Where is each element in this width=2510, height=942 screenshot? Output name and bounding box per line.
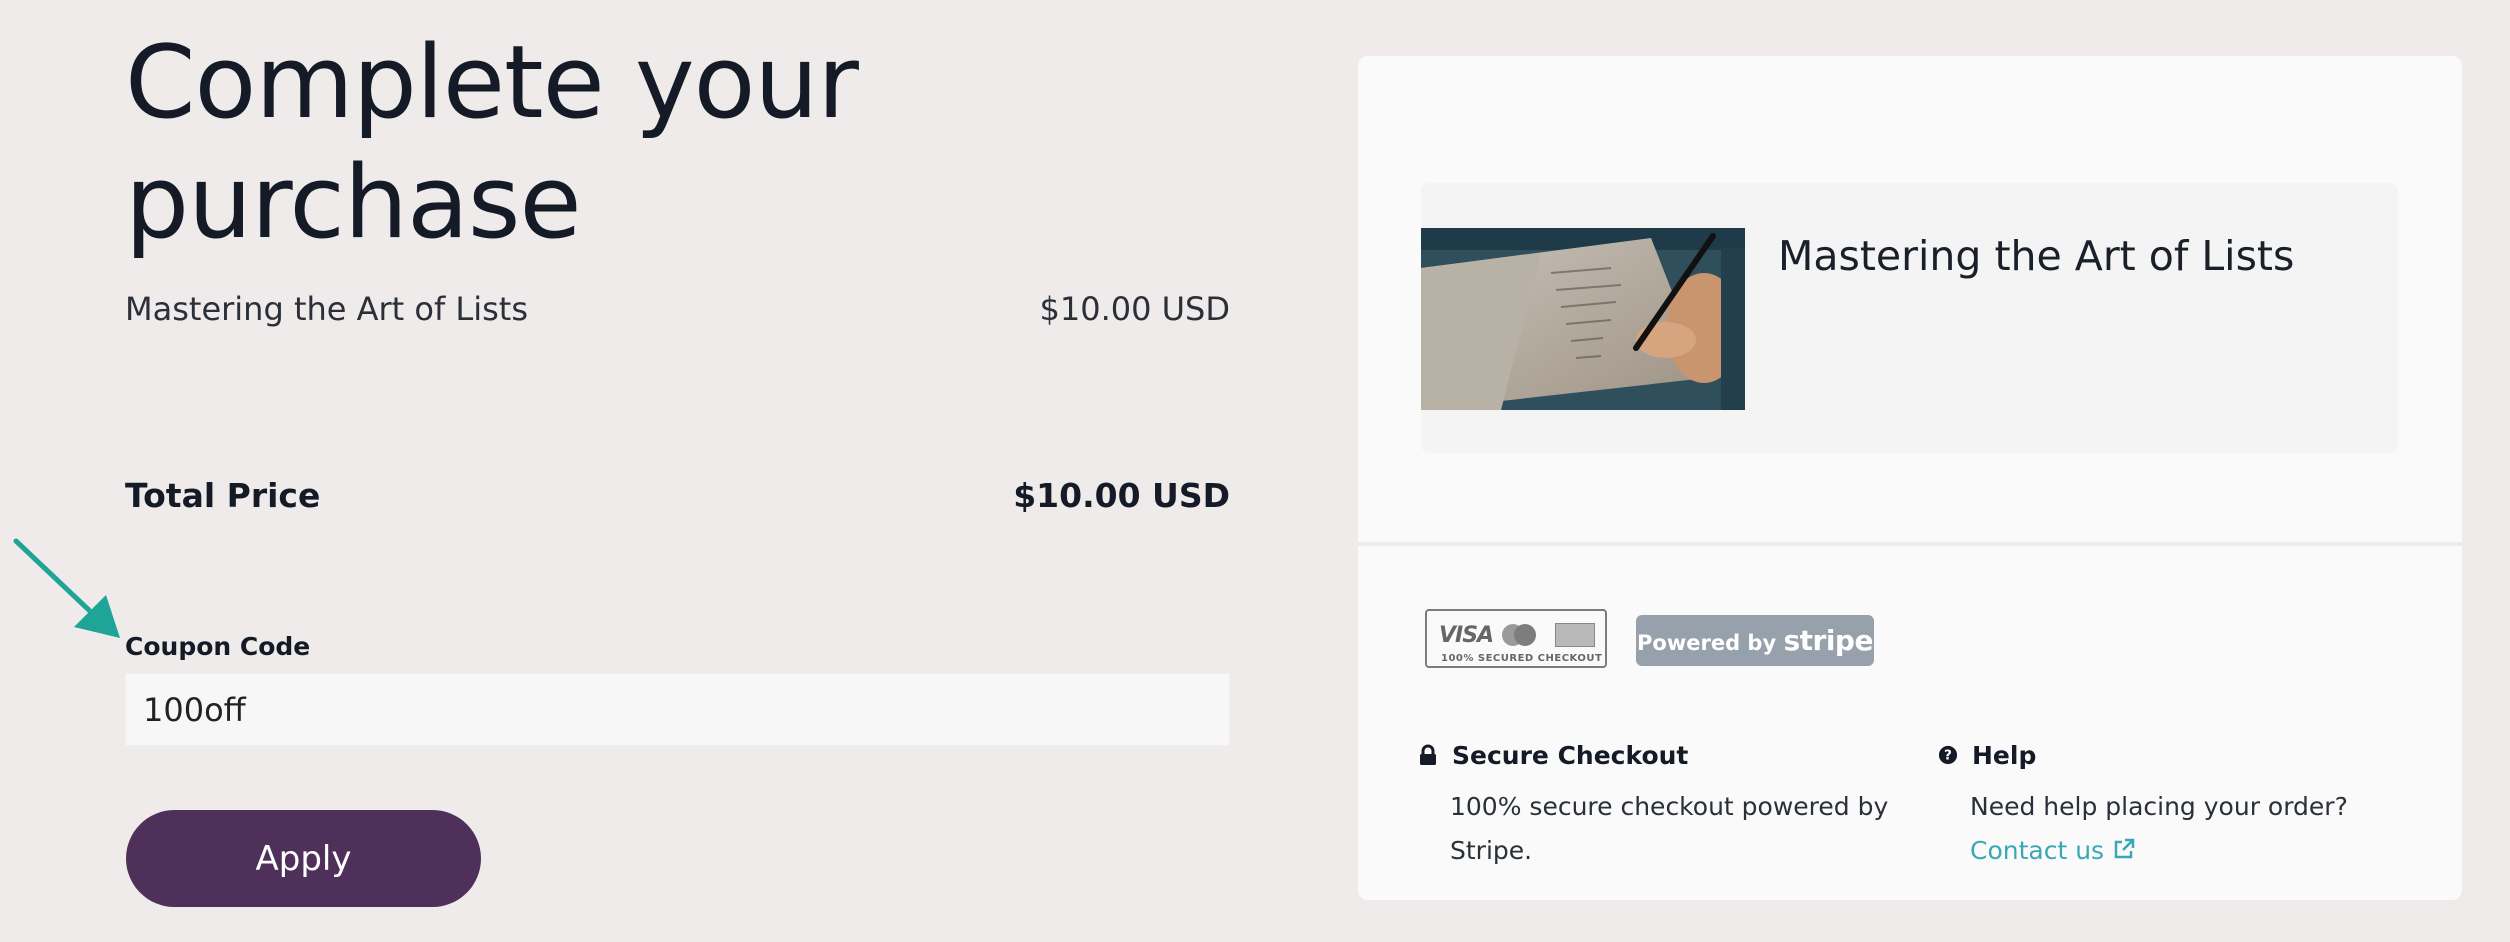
checkout-form: Complete your purchase Mastering the Art… (125, 0, 1230, 942)
order-line-item: Mastering the Art of Lists $10.00 USD (125, 290, 1230, 334)
payment-cards-badge: VISA 100% SECURED CHECKOUT (1425, 609, 1607, 668)
secure-checkout-text: 100% secure checkout powered by Stripe. (1450, 792, 1889, 865)
order-summary-card: Mastering the Art of Lists VISA 100% SEC… (1358, 56, 2462, 900)
page-title: Complete your purchase (125, 23, 859, 261)
line-item-name: Mastering the Art of Lists (125, 290, 529, 328)
total-price-value: $10.00 USD (1013, 476, 1230, 515)
total-price-label: Total Price (125, 476, 321, 515)
coupon-code-input[interactable] (125, 673, 1230, 746)
secured-checkout-text: 100% SECURED CHECKOUT (1441, 653, 1603, 664)
mastercard-icon (1502, 624, 1536, 646)
line-item-price: $10.00 USD (1039, 290, 1230, 328)
help-heading: Help (1972, 741, 2037, 770)
powered-by-stripe-badge[interactable]: Powered by stripe (1636, 615, 1874, 666)
svg-text:?: ? (1944, 748, 1952, 764)
help-body: Need help placing your order? Contact us (1970, 785, 2410, 873)
external-link-icon (2114, 838, 2135, 859)
secure-checkout-heading: Secure Checkout (1452, 741, 1689, 770)
amex-icon (1555, 623, 1595, 647)
stripe-badge-prefix: Powered by (1637, 631, 1777, 655)
stripe-brand-text: stripe (1783, 624, 1873, 657)
product-title: Mastering the Art of Lists (1778, 232, 2295, 280)
help-text: Need help placing your order? (1970, 792, 2348, 821)
total-price-row: Total Price $10.00 USD (125, 476, 1230, 520)
visa-logo-text: VISA (1439, 623, 1494, 648)
annotation-arrow-icon (13, 538, 120, 638)
secure-checkout-heading-row: Secure Checkout (1418, 741, 1688, 775)
contact-us-label: Contact us (1970, 836, 2105, 865)
product-thumbnail-image (1421, 228, 1745, 410)
help-heading-row: ? Help (1938, 741, 2036, 775)
lock-icon (1420, 744, 1436, 765)
apply-coupon-button[interactable]: Apply (126, 810, 481, 907)
coupon-code-label: Coupon Code (125, 632, 311, 661)
question-circle-icon: ? (1938, 745, 1958, 765)
card-divider (1358, 542, 2462, 546)
contact-us-link[interactable]: Contact us (1970, 836, 2136, 865)
